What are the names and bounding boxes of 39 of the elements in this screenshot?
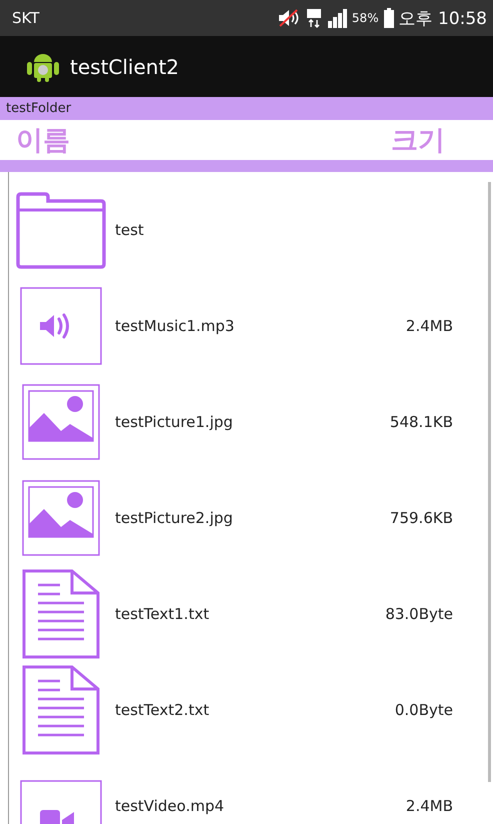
file-row[interactable]: testText1.txt 83.0Byte xyxy=(9,566,493,662)
folder-path: testFolder xyxy=(0,97,493,120)
file-row[interactable]: testMusic1.mp3 2.4MB xyxy=(9,278,493,374)
battery-icon xyxy=(384,8,394,28)
file-row[interactable]: testPicture1.jpg 548.1KB xyxy=(9,374,493,470)
battery-percent: 58% xyxy=(352,11,379,25)
file-name: testPicture1.jpg xyxy=(114,413,234,431)
lte-icon xyxy=(306,8,322,28)
clock: 오후 10:58 xyxy=(398,8,487,30)
file-row[interactable]: testText2.txt 0.0Byte xyxy=(9,662,493,758)
file-name: testVideo.mp4 xyxy=(114,797,226,815)
app-title: testClient2 xyxy=(70,54,180,78)
document-icon xyxy=(22,569,100,659)
muted-speaker-icon xyxy=(276,9,301,27)
signal-icon xyxy=(326,8,347,28)
file-size: 548.1KB xyxy=(390,413,453,431)
file-size: 2.4MB xyxy=(406,797,453,815)
file-name: testText2.txt xyxy=(114,701,210,719)
folder-icon xyxy=(15,191,107,269)
speaker-icon xyxy=(20,287,102,365)
file-size: 759.6KB xyxy=(390,509,453,527)
file-row[interactable]: testVideo.mp4 2.4MB xyxy=(9,758,493,824)
file-row[interactable]: test xyxy=(9,182,493,278)
file-name: test xyxy=(114,221,145,239)
file-row[interactable]: testPicture2.jpg 759.6KB xyxy=(9,470,493,566)
document-icon xyxy=(22,665,100,755)
android-robot-icon xyxy=(26,52,60,82)
file-size: 2.4MB xyxy=(406,317,453,335)
file-name: testMusic1.mp3 xyxy=(114,317,236,335)
image-icon xyxy=(22,480,100,556)
size-column-header: 크기 xyxy=(391,124,445,158)
file-name: testText1.txt xyxy=(114,605,210,623)
file-name: testPicture2.jpg xyxy=(114,509,234,527)
image-icon xyxy=(22,384,100,460)
file-size: 83.0Byte xyxy=(385,605,453,623)
video-camera-icon xyxy=(20,780,102,824)
name-column-header: 이름 xyxy=(16,124,70,158)
carrier-label: SKT xyxy=(12,9,40,27)
file-size: 0.0Byte xyxy=(394,701,453,719)
